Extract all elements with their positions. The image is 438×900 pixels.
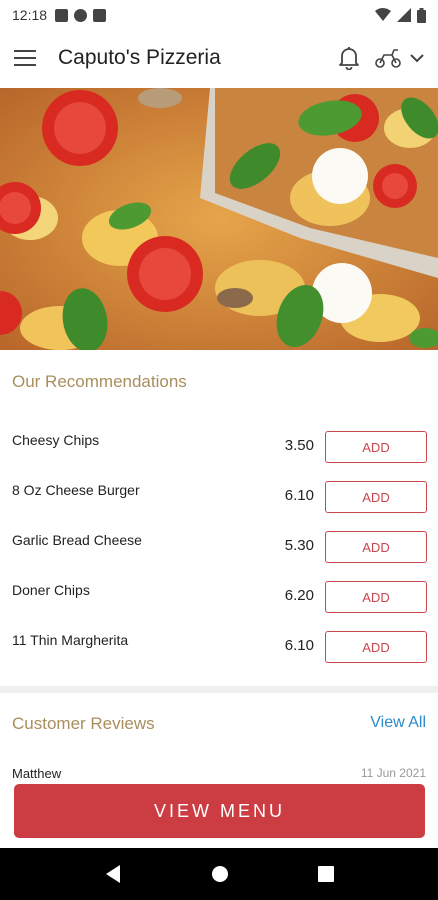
system-nav-bar xyxy=(0,848,438,900)
add-button[interactable]: ADD xyxy=(325,531,427,563)
wifi-icon xyxy=(375,8,391,21)
gallery-notification-icon xyxy=(55,8,69,22)
item-price: 6.10 xyxy=(284,637,314,654)
back-icon[interactable] xyxy=(104,864,122,884)
notification-icons xyxy=(55,8,107,22)
section-divider xyxy=(0,686,438,693)
status-bar: 12:18 xyxy=(0,0,438,30)
list-item: 8 Oz Cheese Burger 6.10 ADD xyxy=(0,473,438,523)
recents-icon[interactable] xyxy=(317,866,334,882)
app-notification-icon xyxy=(74,8,88,22)
app-bar: Caputo's Pizzeria xyxy=(0,30,438,86)
recommendations-title: Our Recommendations xyxy=(12,372,187,391)
add-button[interactable]: ADD xyxy=(325,481,427,513)
add-button[interactable]: ADD xyxy=(325,631,427,663)
list-item: Cheesy Chips 3.50 ADD xyxy=(0,423,438,473)
view-all-link[interactable]: View All xyxy=(370,714,426,732)
hero-image xyxy=(0,88,438,350)
reviewer-name: Matthew xyxy=(12,766,62,781)
add-button[interactable]: ADD xyxy=(325,581,427,613)
status-time: 12:18 xyxy=(12,7,48,23)
item-price: 5.30 xyxy=(284,537,314,554)
recommendations-list: Cheesy Chips 3.50 ADD 8 Oz Cheese Burger… xyxy=(0,423,438,673)
chevron-down-icon xyxy=(410,54,424,63)
item-price: 6.10 xyxy=(284,487,314,504)
add-button[interactable]: ADD xyxy=(325,431,427,463)
home-icon[interactable] xyxy=(211,865,229,883)
menu-icon[interactable] xyxy=(14,50,36,66)
pizza-illustration xyxy=(0,88,438,350)
item-name: 11 Thin Margherita xyxy=(12,632,129,648)
view-menu-button[interactable]: VIEW MENU xyxy=(14,784,425,838)
sd-card-icon xyxy=(93,8,107,22)
list-item: 11 Thin Margherita 6.10 ADD xyxy=(0,623,438,673)
item-name: Cheesy Chips xyxy=(12,432,100,448)
page-title: Caputo's Pizzeria xyxy=(58,46,221,69)
reviews-title: Customer Reviews xyxy=(12,714,155,733)
battery-icon xyxy=(417,7,426,23)
scooter-icon xyxy=(375,49,401,68)
order-mode-selector[interactable] xyxy=(374,47,424,69)
list-item: Garlic Bread Cheese 5.30 ADD xyxy=(0,523,438,573)
bell-icon[interactable] xyxy=(338,46,360,70)
review-date: 11 Jun 2021 xyxy=(360,766,426,780)
system-icons xyxy=(375,7,426,23)
item-price: 6.20 xyxy=(284,587,314,604)
item-name: 8 Oz Cheese Burger xyxy=(12,482,140,498)
item-price: 3.50 xyxy=(284,437,314,454)
item-name: Doner Chips xyxy=(12,582,90,598)
item-name: Garlic Bread Cheese xyxy=(12,532,142,548)
signal-icon xyxy=(397,8,411,22)
list-item: Doner Chips 6.20 ADD xyxy=(0,573,438,623)
